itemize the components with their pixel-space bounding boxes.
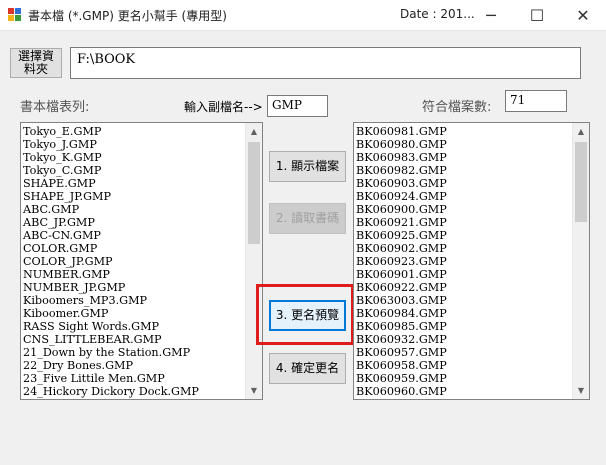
confirm-rename-button[interactable]: 4. 確定更名 (269, 353, 346, 384)
list-item[interactable]: RASS Sight Words.GMP (23, 320, 199, 333)
list-item[interactable]: ABC-CN.GMP (23, 229, 199, 242)
scroll-thumb[interactable] (575, 142, 587, 222)
left-list-scrollbar[interactable]: ▲ ▼ (245, 123, 262, 399)
list-item[interactable]: BK060924.GMP (356, 190, 447, 203)
list-item[interactable]: BK060984.GMP (356, 307, 447, 320)
list-item[interactable]: CNS_LITTLEBEAR.GMP (23, 333, 199, 346)
list-item[interactable]: BK063003.GMP (356, 294, 447, 307)
list-item[interactable]: BK060981.GMP (356, 125, 447, 138)
list-item[interactable]: BK060921.GMP (356, 216, 447, 229)
scroll-thumb[interactable] (248, 142, 260, 244)
list-item[interactable]: Tokyo_K.GMP (23, 151, 199, 164)
list-item[interactable]: BK060932.GMP (356, 333, 447, 346)
list-item[interactable]: BK060900.GMP (356, 203, 447, 216)
list-item[interactable]: Tokyo_C.GMP (23, 164, 199, 177)
book-list-label: 書本檔表列: (20, 100, 90, 115)
list-item[interactable]: ABC_JP.GMP (23, 216, 199, 229)
list-item[interactable]: NUMBER.GMP (23, 268, 199, 281)
list-item[interactable]: 22_Dry Bones.GMP (23, 359, 199, 372)
window-date: Date : 201... (400, 7, 475, 21)
list-item[interactable]: 23_Five Littile Men.GMP (23, 372, 199, 385)
list-item[interactable]: Tokyo_J.GMP (23, 138, 199, 151)
window-title: 書本檔 (*.GMP) 更名小幫手 (專用型) (28, 9, 227, 23)
list-item[interactable]: BK060901.GMP (356, 268, 447, 281)
renamed-file-list[interactable]: BK060981.GMP BK060980.GMP BK060983.GMP BK06… (353, 122, 590, 400)
scroll-down-arrow-icon[interactable]: ▼ (246, 382, 262, 399)
extension-label: 輸入副檔名--> (184, 100, 263, 114)
match-count-label: 符合檔案數: (422, 100, 492, 115)
list-item[interactable]: Kiboomers_MP3.GMP (23, 294, 199, 307)
list-item[interactable]: Tokyo_E.GMP (23, 125, 199, 138)
list-item[interactable]: BK060922.GMP (356, 281, 447, 294)
list-item[interactable]: COLOR.GMP (23, 242, 199, 255)
read-book-codes-button[interactable]: 2. 讀取書碼 (269, 203, 346, 234)
scroll-up-arrow-icon[interactable]: ▲ (246, 123, 262, 140)
list-item[interactable]: 24_Hickory Dickory Dock.GMP (23, 385, 199, 398)
list-item[interactable]: BK060983.GMP (356, 151, 447, 164)
list-item[interactable]: 21_Down by the Station.GMP (23, 346, 199, 359)
list-item[interactable]: BK060902.GMP (356, 242, 447, 255)
list-item[interactable]: BK060985.GMP (356, 320, 447, 333)
folder-path-field[interactable]: F:\BOOK (70, 47, 581, 79)
list-item[interactable]: BK060959.GMP (356, 372, 447, 385)
maximize-button[interactable]: ☐ (514, 0, 560, 30)
list-item[interactable]: ABC.GMP (23, 203, 199, 216)
list-item[interactable]: BK060958.GMP (356, 359, 447, 372)
list-item[interactable]: BK060957.GMP (356, 346, 447, 359)
preview-rename-button[interactable]: 3. 更名預覽 (269, 300, 346, 331)
app-icon (8, 8, 22, 22)
match-count-field[interactable]: 71 (505, 90, 567, 112)
scroll-down-arrow-icon[interactable]: ▼ (573, 382, 589, 399)
title-bar: 書本檔 (*.GMP) 更名小幫手 (專用型) Date : 201... ─ … (0, 0, 606, 31)
list-item[interactable]: BK060903.GMP (356, 177, 447, 190)
scroll-up-arrow-icon[interactable]: ▲ (573, 123, 589, 140)
list-item[interactable]: SHAPE_JP.GMP (23, 190, 199, 203)
list-item[interactable]: BK060982.GMP (356, 164, 447, 177)
list-item[interactable]: SHAPE.GMP (23, 177, 199, 190)
book-file-list[interactable]: Tokyo_E.GMP Tokyo_J.GMP Tokyo_K.GMP Tokyo_C… (20, 122, 263, 400)
list-item[interactable]: BK060923.GMP (356, 255, 447, 268)
list-item[interactable]: COLOR_JP.GMP (23, 255, 199, 268)
list-item[interactable]: NUMBER_JP.GMP (23, 281, 199, 294)
list-item[interactable]: BK060960.GMP (356, 385, 447, 398)
select-folder-button[interactable]: 選擇資 料夾 (10, 48, 62, 78)
list-item[interactable]: BK060925.GMP (356, 229, 447, 242)
list-item[interactable]: Kiboomer.GMP (23, 307, 199, 320)
close-button[interactable]: ✕ (560, 0, 606, 30)
minimize-button[interactable]: ─ (468, 0, 514, 30)
list-item[interactable]: BK060980.GMP (356, 138, 447, 151)
show-files-button[interactable]: 1. 顯示檔案 (269, 151, 346, 182)
right-list-scrollbar[interactable]: ▲ ▼ (572, 123, 589, 399)
extension-field[interactable]: GMP (267, 95, 328, 117)
